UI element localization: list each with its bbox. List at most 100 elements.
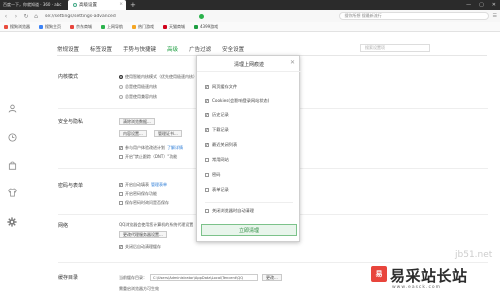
kernel-option-smart[interactable]: 使用智能内核模式（优先使用极速内核） (119, 74, 197, 80)
bookmark-item[interactable]: 热门游戏 (132, 24, 154, 30)
security-shield-icon (199, 13, 204, 19)
clear-option-history[interactable]: ✓ 历史记录 (205, 112, 229, 118)
section-title-network: 网络 (58, 223, 69, 229)
checkbox-checked[interactable]: ✓ (205, 113, 209, 117)
content-settings-button[interactable]: 内容设置... (119, 130, 147, 137)
manage-forms-link[interactable]: 管理表单 (151, 182, 167, 188)
checkbox-checked[interactable]: ✓ (119, 183, 123, 187)
ux-improvement-checkbox[interactable]: ✓ 参与用户体验改进计划 了解详情 (119, 145, 183, 151)
dialog-divider (197, 71, 301, 72)
save-password-checkbox[interactable]: 开启密码保存功能 (119, 191, 157, 197)
gear-icon[interactable] (7, 217, 17, 227)
autofill-checkbox[interactable]: ✓ 开启自动填表 管理表单 (119, 182, 167, 188)
dialog-title: 清理上网痕迹 (233, 62, 264, 68)
kernel-option-fast[interactable]: 总是使用极速内核 (119, 84, 157, 90)
cache-path-field[interactable]: C:\Users\Administrator\AppData\Local\Ten… (150, 274, 258, 281)
change-cache-dir-button[interactable]: 更改... (262, 274, 282, 281)
address-bar: ‹ › ↻ ⌂ se://settings/settings-advanced … (0, 10, 500, 22)
bag-icon[interactable] (7, 160, 17, 170)
close-icon[interactable]: ✕ (290, 59, 295, 66)
checkbox-checked[interactable]: ✓ (205, 99, 209, 103)
clear-option-downloads[interactable]: ✓ 下载记录 (205, 127, 229, 133)
checkbox-checked[interactable]: ✓ (205, 143, 209, 147)
auto-clear-cache-checkbox[interactable]: ✓ 关闭后自动清理缓存 (119, 244, 161, 250)
dnt-checkbox[interactable]: 开启"禁止跟踪（DNT）"功能 (119, 154, 177, 160)
clear-option-frequent-sites[interactable]: 常用网站 (205, 157, 229, 163)
history-icon[interactable] (7, 132, 17, 142)
new-tab-button[interactable]: + (126, 0, 136, 10)
cache-dir-label: 当前缓存目录： (119, 275, 147, 280)
learn-more-link[interactable]: 了解详情 (167, 145, 183, 151)
shirt-icon[interactable] (7, 187, 17, 197)
bookmark-item[interactable]: 天猫商城 (163, 24, 185, 30)
proxy-settings-button[interactable]: 更改代理服务器设置... (119, 231, 167, 238)
window-controls: — ▢ ✕ (462, 0, 500, 10)
manage-certificates-button[interactable]: 管理证书... (154, 130, 182, 137)
proxy-description: QQ浏览器会使用您计算机的系统代理设置 (119, 222, 194, 227)
auto-clear-on-close-checkbox[interactable]: 关闭浏览器时自动清理 (205, 208, 254, 214)
checkbox[interactable] (205, 188, 209, 192)
checkbox[interactable] (205, 158, 209, 162)
menu-icon[interactable]: ☰ (493, 13, 497, 19)
clear-now-button[interactable]: 立即清理 (201, 224, 297, 236)
bookmark-icon (101, 24, 105, 29)
checkbox-checked[interactable]: ✓ (119, 146, 123, 150)
clear-option-recent-closed[interactable]: ✓ 最近关闭列表 (205, 142, 237, 148)
radio-selected[interactable] (119, 75, 123, 79)
tab-baidu[interactable]: 百度一下，你就知道 · 360 · abc (0, 0, 66, 10)
section-title-passwords: 密码与表单 (58, 183, 84, 189)
checkbox[interactable] (205, 209, 209, 213)
clear-now-button-wrap: 立即清理 (201, 224, 297, 236)
bookmark-icon (4, 24, 8, 29)
checkbox[interactable] (119, 201, 123, 205)
bookmark-item[interactable]: 搜狗主页 (39, 24, 61, 30)
section-title-cache: 缓存目录 (58, 275, 79, 281)
bookmark-icon (194, 24, 198, 29)
clear-option-cookies[interactable]: ✓ Cookies(会影响登录网站状态) (205, 98, 269, 104)
url-input[interactable]: se://settings/settings-advanced (45, 14, 195, 19)
back-button[interactable]: ‹ (3, 13, 9, 20)
checkbox[interactable] (205, 173, 209, 177)
checkbox-checked[interactable]: ✓ (205, 128, 209, 132)
bookmark-icon (132, 24, 136, 29)
settings-search-input[interactable]: 搜索设置项 (360, 44, 430, 52)
bookmark-item[interactable]: 上网导航 (101, 24, 123, 30)
clear-browsing-data-button[interactable]: 清除浏览数据... (119, 118, 155, 125)
forward-button[interactable]: › (13, 13, 19, 20)
refresh-button[interactable]: ↻ (23, 13, 29, 20)
clear-option-cache[interactable]: ✓ 网页缓存文件 (205, 84, 237, 90)
checkbox-checked[interactable]: ✓ (119, 245, 123, 249)
radio[interactable] (119, 85, 123, 89)
tab-settings[interactable]: 高级设置 × (68, 0, 126, 10)
bookmark-item[interactable]: 京东商城 (70, 24, 92, 30)
watermark-logo: 易 (371, 266, 387, 282)
ask-save-password-checkbox[interactable]: 保存密码时询问是否保存 (119, 200, 169, 206)
minimize-button[interactable]: — (462, 2, 475, 8)
clear-option-forms[interactable]: 表单记录 (205, 187, 229, 193)
tab-title: 百度一下，你就知道 · 360 · abc (3, 2, 62, 7)
bookmarks-bar: 搜狗浏览器 搜狗主页 京东商城 上网导航 热门游戏 天猫商城 4399游戏 (0, 22, 500, 32)
user-icon[interactable] (7, 103, 17, 113)
bookmark-item[interactable]: 搜狗浏览器 (4, 24, 30, 30)
clear-option-passwords[interactable]: 密码 (205, 172, 220, 178)
cache-note: 需重启浏览器方可生效 (119, 286, 159, 291)
checkbox[interactable] (119, 155, 123, 159)
home-button[interactable]: ⌂ (33, 13, 39, 20)
kernel-option-compat[interactable]: 总是使用兼容内核 (119, 94, 157, 100)
section-title-kernel: 内核模式 (58, 74, 79, 80)
close-window-button[interactable]: ✕ (488, 2, 500, 8)
section-divider (58, 262, 488, 263)
checkbox[interactable] (119, 192, 123, 196)
bookmark-item[interactable]: 4399游戏 (194, 24, 218, 30)
maximize-button[interactable]: ▢ (475, 2, 488, 8)
checkbox-checked[interactable]: ✓ (205, 85, 209, 89)
search-input[interactable]: 搜你所想 搜最新流行 (338, 12, 489, 20)
tab-strip: 百度一下，你就知道 · 360 · abc 高级设置 × + — ▢ ✕ (0, 0, 500, 10)
left-rail (0, 32, 24, 299)
watermark-site-url: www.easck.com (392, 285, 442, 290)
radio[interactable] (119, 95, 123, 99)
watermark-site-name: 易采站长站 (390, 267, 468, 285)
section-title-privacy: 安全与隐私 (58, 119, 84, 125)
close-tab-icon[interactable]: × (119, 2, 123, 7)
watermark-jb51: jb51.net (455, 250, 493, 260)
